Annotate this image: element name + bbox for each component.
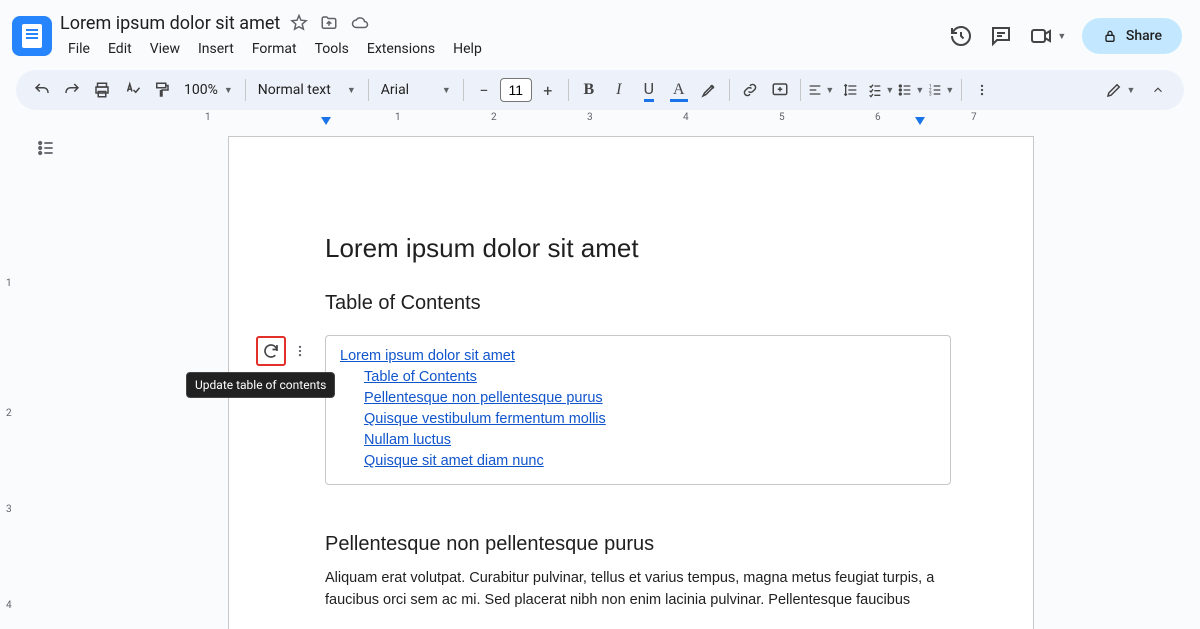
- titlebar: Lorem ipsum dolor sit amet File Edit Vie…: [0, 0, 1200, 64]
- body-paragraph[interactable]: Aliquam erat volutpat. Curabitur pulvina…: [325, 568, 937, 612]
- toolbar: 100%▼ Normal text▼ Arial▼ − + B I U A ▼ …: [16, 70, 1184, 110]
- toc-link[interactable]: Pellentesque non pellentesque purus: [340, 388, 936, 409]
- refresh-icon: [262, 342, 280, 360]
- paint-format-button[interactable]: [148, 76, 176, 104]
- font-size-input[interactable]: [500, 78, 532, 102]
- left-gutter: 1 2 3 4: [0, 128, 62, 629]
- update-toc-button[interactable]: [256, 336, 286, 366]
- lock-icon: [1102, 28, 1118, 44]
- spellcheck-button[interactable]: [118, 76, 146, 104]
- document-title[interactable]: Lorem ipsum dolor sit amet: [60, 13, 280, 34]
- insert-link-button[interactable]: [736, 76, 764, 104]
- horizontal-ruler[interactable]: 1 1 2 3 4 5 6 7: [0, 110, 1200, 128]
- docs-logo-icon[interactable]: [12, 16, 52, 56]
- underline-button[interactable]: U: [635, 76, 663, 104]
- more-vert-icon: [293, 344, 307, 358]
- editing-mode-button[interactable]: ▼: [1098, 76, 1142, 104]
- align-button[interactable]: ▼: [807, 76, 835, 104]
- text-color-button[interactable]: A: [665, 76, 693, 104]
- font-size-increase[interactable]: +: [534, 76, 562, 104]
- outline-toggle-icon[interactable]: [36, 138, 56, 158]
- menu-help[interactable]: Help: [445, 37, 490, 61]
- menu-extensions[interactable]: Extensions: [359, 37, 443, 61]
- main-area: 1 2 3 4 Lorem ipsum dolor sit amet Table…: [0, 128, 1200, 629]
- toolbar-collapse-button[interactable]: [1144, 76, 1172, 104]
- header-right-actions: ▼ Share: [948, 18, 1188, 54]
- highlight-button[interactable]: [695, 76, 723, 104]
- italic-button[interactable]: I: [605, 76, 633, 104]
- cloud-status-icon[interactable]: [350, 14, 370, 32]
- vertical-ruler[interactable]: 1 2 3 4: [4, 128, 20, 629]
- undo-button[interactable]: [28, 76, 56, 104]
- toc-more-button[interactable]: [288, 336, 312, 366]
- meet-icon[interactable]: ▼: [1028, 23, 1068, 49]
- document-page[interactable]: Lorem ipsum dolor sit amet Table of Cont…: [228, 136, 1034, 629]
- bulleted-list-button[interactable]: ▼: [897, 76, 925, 104]
- star-icon[interactable]: [290, 14, 308, 32]
- line-spacing-button[interactable]: [837, 76, 865, 104]
- comments-icon[interactable]: [988, 23, 1014, 49]
- menu-view[interactable]: View: [142, 37, 188, 61]
- table-of-contents[interactable]: Update table of contents Lorem ipsum dol…: [325, 335, 951, 485]
- redo-button[interactable]: [58, 76, 86, 104]
- toc-controls: [256, 336, 312, 366]
- menu-file[interactable]: File: [60, 37, 98, 61]
- toc-link[interactable]: Table of Contents: [340, 367, 936, 388]
- doc-title-heading[interactable]: Lorem ipsum dolor sit amet: [325, 233, 937, 264]
- toc-link[interactable]: Quisque vestibulum fermentum mollis: [340, 409, 936, 430]
- menu-insert[interactable]: Insert: [190, 37, 242, 61]
- share-button[interactable]: Share: [1082, 18, 1182, 54]
- share-label: Share: [1126, 28, 1162, 44]
- paragraph-style-select[interactable]: Normal text▼: [252, 82, 362, 98]
- title-area: Lorem ipsum dolor sit amet File Edit Vie…: [60, 11, 948, 61]
- numbered-list-button[interactable]: 123▼: [927, 76, 955, 104]
- indent-marker-left-icon[interactable]: [320, 116, 332, 126]
- menu-format[interactable]: Format: [244, 37, 305, 61]
- zoom-select[interactable]: 100%▼: [178, 82, 239, 98]
- menu-tools[interactable]: Tools: [307, 37, 357, 61]
- checklist-button[interactable]: ▼: [867, 76, 895, 104]
- toc-link[interactable]: Lorem ipsum dolor sit amet: [340, 346, 936, 367]
- toc-link[interactable]: Nullam luctus: [340, 430, 936, 451]
- menu-bar: File Edit View Insert Format Tools Exten…: [60, 37, 948, 61]
- menu-edit[interactable]: Edit: [100, 37, 140, 61]
- print-button[interactable]: [88, 76, 116, 104]
- history-icon[interactable]: [948, 23, 974, 49]
- bold-button[interactable]: B: [575, 76, 603, 104]
- font-size-decrease[interactable]: −: [470, 76, 498, 104]
- update-toc-tooltip: Update table of contents: [186, 372, 335, 398]
- page-area: Lorem ipsum dolor sit amet Table of Cont…: [62, 128, 1200, 629]
- more-toolbar-button[interactable]: [968, 76, 996, 104]
- section-heading[interactable]: Pellentesque non pellentesque purus: [325, 533, 937, 556]
- font-select[interactable]: Arial▼: [375, 82, 457, 98]
- svg-text:3: 3: [929, 91, 932, 97]
- move-icon[interactable]: [320, 14, 338, 32]
- toc-heading[interactable]: Table of Contents: [325, 292, 937, 315]
- insert-comment-button[interactable]: [766, 76, 794, 104]
- indent-marker-right-icon[interactable]: [914, 116, 926, 126]
- toc-link[interactable]: Quisque sit amet diam nunc: [340, 451, 936, 472]
